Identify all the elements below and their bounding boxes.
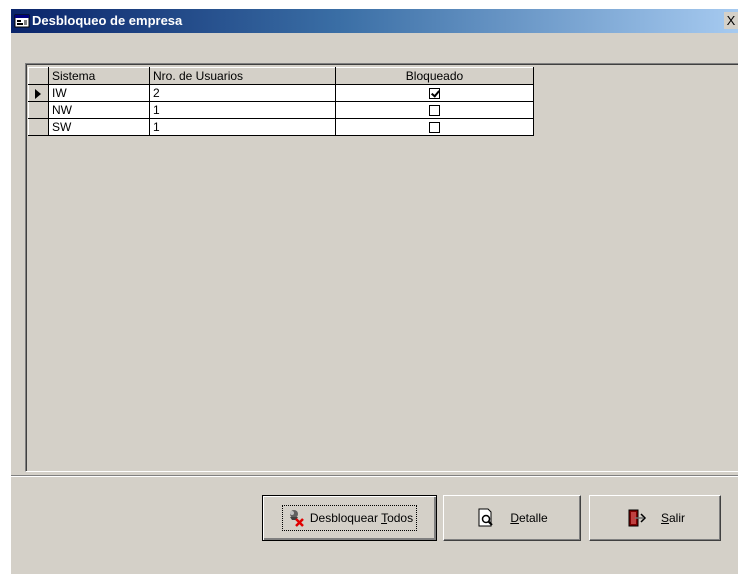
cell-bloqueado[interactable] <box>335 118 534 136</box>
title-bar[interactable]: Desbloqueo de empresa X <box>11 9 738 33</box>
dialog-window: Desbloqueo de empresa X Sistema Nro. de … <box>11 9 738 574</box>
close-icon: X <box>726 13 736 28</box>
table-row[interactable]: SW 1 <box>28 118 534 136</box>
cell-sistema[interactable]: IW <box>48 84 150 102</box>
cell-sistema[interactable]: NW <box>48 101 150 119</box>
salir-button[interactable]: Salir <box>589 495 721 541</box>
row-indicator[interactable] <box>28 101 49 119</box>
systems-grid[interactable]: Sistema Nro. de Usuarios Bloqueado IW 2 … <box>28 67 534 136</box>
table-row[interactable]: NW 1 <box>28 101 534 119</box>
table-row[interactable]: IW 2 <box>28 84 534 102</box>
exit-door-icon <box>628 509 647 527</box>
bloqueado-checkbox[interactable] <box>429 105 440 117</box>
header-indicator-cell <box>28 67 49 85</box>
detalle-label: Detalle <box>510 511 548 525</box>
bloqueado-checkbox[interactable] <box>429 122 440 134</box>
row-indicator[interactable] <box>28 118 49 136</box>
cell-bloqueado[interactable] <box>335 101 534 119</box>
cell-sistema[interactable]: SW <box>48 118 150 136</box>
magnify-doc-icon <box>478 508 494 527</box>
unlock-x-icon <box>289 510 304 527</box>
salir-label: Salir <box>660 511 686 525</box>
close-button[interactable]: X <box>724 12 738 29</box>
column-header-bloqueado[interactable]: Bloqueado <box>335 67 534 85</box>
cell-usuarios[interactable]: 2 <box>149 84 336 102</box>
separator <box>11 475 738 477</box>
cell-usuarios[interactable]: 1 <box>149 101 336 119</box>
window-title: Desbloqueo de empresa <box>32 13 183 28</box>
column-header-usuarios[interactable]: Nro. de Usuarios <box>149 67 336 85</box>
cell-bloqueado[interactable] <box>335 84 534 102</box>
grid-header-row: Sistema Nro. de Usuarios Bloqueado <box>28 67 534 85</box>
current-row-arrow-icon <box>35 88 41 99</box>
detalle-button[interactable]: Detalle <box>443 495 581 541</box>
column-header-sistema[interactable]: Sistema <box>48 67 150 85</box>
desbloquear-todos-button[interactable]: Desbloquear Todos <box>262 495 437 541</box>
bloqueado-checkbox[interactable] <box>429 88 440 100</box>
cell-usuarios[interactable]: 1 <box>149 118 336 136</box>
row-indicator[interactable] <box>28 84 49 102</box>
window-icon <box>14 14 30 28</box>
desbloquear-todos-label: Desbloquear Todos <box>309 511 414 525</box>
